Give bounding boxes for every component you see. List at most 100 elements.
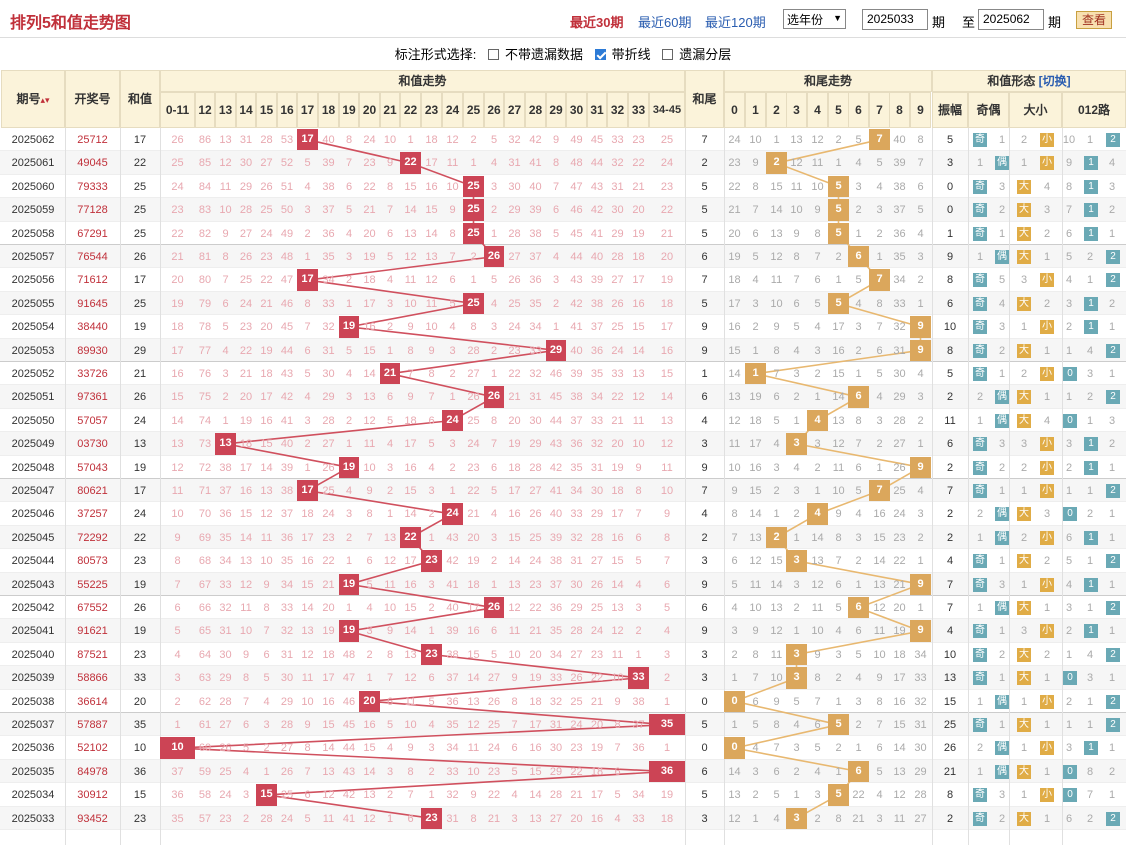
tail-hit-ball: 6	[848, 760, 869, 783]
draw-number[interactable]: 80621	[65, 479, 120, 503]
draw-number[interactable]: 30912	[65, 783, 120, 807]
option-with-line-label[interactable]: 带折线	[612, 47, 651, 62]
tail-omission-cell: 5	[835, 602, 842, 614]
amplitude-value: 2	[946, 812, 954, 825]
omission-cell: 8	[428, 368, 435, 380]
sum-hit-ball: 20	[359, 690, 380, 712]
draw-number[interactable]: 38440	[65, 315, 120, 339]
tail-omission-cell: 4	[814, 321, 821, 334]
omission-cell: 10	[611, 672, 624, 685]
draw-number[interactable]: 72292	[65, 526, 120, 550]
draw-number[interactable]: 77128	[65, 198, 120, 222]
draw-number[interactable]: 67291	[65, 222, 120, 246]
omission-cell: 22	[239, 344, 253, 357]
omission-cell: 23	[570, 742, 583, 755]
checkbox-no-omission[interactable]	[487, 49, 499, 60]
omission-cell: 53	[280, 134, 294, 146]
draw-number[interactable]: 79333	[65, 175, 120, 199]
odd-even-omission: 2	[998, 344, 1006, 357]
omission-cell: 22	[363, 180, 376, 193]
draw-number[interactable]: 71612	[65, 268, 120, 292]
road-omission: 1	[1108, 461, 1116, 474]
omission-cell: 16	[425, 180, 438, 193]
draw-number[interactable]: 89930	[65, 339, 120, 363]
tail-omission-cell: 7	[773, 368, 780, 380]
draw-number[interactable]: 91621	[65, 619, 120, 643]
tail-omission-cell: 2	[814, 461, 821, 474]
draw-number[interactable]: 67552	[65, 596, 120, 620]
period-cell: 2025036	[11, 742, 55, 755]
draw-number[interactable]: 57057	[65, 409, 120, 433]
nav-last-120[interactable]: 最近120期	[705, 12, 766, 31]
draw-number[interactable]: 03730	[65, 432, 120, 456]
omission-cell: 49	[280, 227, 294, 240]
checkbox-with-line[interactable]	[594, 49, 606, 60]
draw-number[interactable]: 93452	[65, 807, 120, 831]
option-layered-label[interactable]: 遗漏分层	[679, 47, 731, 62]
omission-cell: 34	[446, 742, 459, 755]
draw-number[interactable]: 55225	[65, 573, 120, 597]
omission-cell: 10	[446, 180, 459, 193]
sum-col-header: 21	[380, 92, 400, 128]
tail-omission-cell: 6	[773, 765, 780, 778]
omission-cell: 14	[632, 344, 645, 357]
omission-cell: 4	[386, 742, 394, 755]
omission-cell: 16	[508, 508, 521, 521]
year-select[interactable]: 选年份 ▼	[783, 9, 846, 29]
view-button[interactable]: 查看	[1076, 11, 1112, 29]
sum-hit-ball: 25	[463, 199, 484, 221]
draw-number[interactable]: 37257	[65, 502, 120, 526]
period-cell: 2025044	[11, 555, 55, 568]
draw-number[interactable]: 33726	[65, 362, 120, 386]
draw-number[interactable]: 87521	[65, 643, 120, 667]
omission-cell: 3	[345, 508, 353, 521]
draw-number[interactable]: 84978	[65, 760, 120, 784]
omission-cell: 26	[322, 461, 335, 474]
draw-number[interactable]: 49045	[65, 151, 120, 175]
omission-cell: 20	[611, 438, 624, 451]
big-small-tag: 小	[1040, 273, 1054, 288]
sort-icon[interactable]: ▴▾	[40, 95, 49, 105]
nav-last-60[interactable]: 最近60期	[638, 12, 691, 31]
tail-omission-cell: 32	[893, 321, 906, 334]
omission-cell: 36	[549, 602, 563, 614]
draw-number[interactable]: 80573	[65, 549, 120, 573]
from-period-input[interactable]: 2025033	[862, 9, 928, 30]
big-small-tag: 小	[1040, 460, 1054, 475]
omission-cell: 3	[428, 742, 435, 755]
draw-number[interactable]: 52102	[65, 736, 120, 760]
draw-number[interactable]: 25712	[65, 128, 120, 152]
draw-number[interactable]: 58866	[65, 666, 120, 690]
header-period[interactable]: 期号▴▾	[1, 70, 65, 128]
draw-number[interactable]: 36614	[65, 690, 120, 714]
draw-number[interactable]: 57043	[65, 456, 120, 480]
road-tag: 1	[1084, 460, 1098, 475]
omission-cell: 31	[508, 157, 521, 170]
road-omission: 6	[1065, 812, 1073, 825]
draw-number[interactable]: 76544	[65, 245, 120, 269]
period-cell: 2025053	[11, 344, 55, 357]
checkbox-layered[interactable]	[662, 49, 674, 60]
omission-cell: 11	[301, 672, 314, 685]
nav-last-30[interactable]: 最近30期	[570, 12, 623, 31]
amplitude-value: 5	[946, 368, 954, 380]
omission-cell: 48	[342, 648, 356, 661]
sum-hit-ball: 19	[339, 573, 359, 595]
switch-link[interactable]: [切换]	[1039, 74, 1071, 88]
road-omission: 1	[1065, 485, 1073, 497]
omission-cell: 34	[280, 578, 294, 591]
option-no-omission-label[interactable]: 不带遗漏数据	[505, 47, 583, 62]
omission-cell: 82	[198, 227, 212, 240]
amplitude-value: 15	[943, 695, 957, 708]
omission-cell: 19	[467, 555, 480, 568]
header-sum: 和值	[120, 70, 160, 128]
tail-omission-cell: 6	[855, 625, 862, 638]
omission-cell: 22	[260, 274, 273, 287]
to-period-input[interactable]: 2025062	[978, 9, 1044, 30]
draw-number[interactable]: 91645	[65, 292, 120, 316]
draw-number[interactable]: 97361	[65, 385, 120, 409]
draw-number[interactable]: 57887	[65, 713, 120, 737]
sum-hit-ball: 17	[297, 480, 318, 502]
omission-cell: 17	[404, 555, 417, 568]
omission-cell: 22	[529, 602, 542, 614]
